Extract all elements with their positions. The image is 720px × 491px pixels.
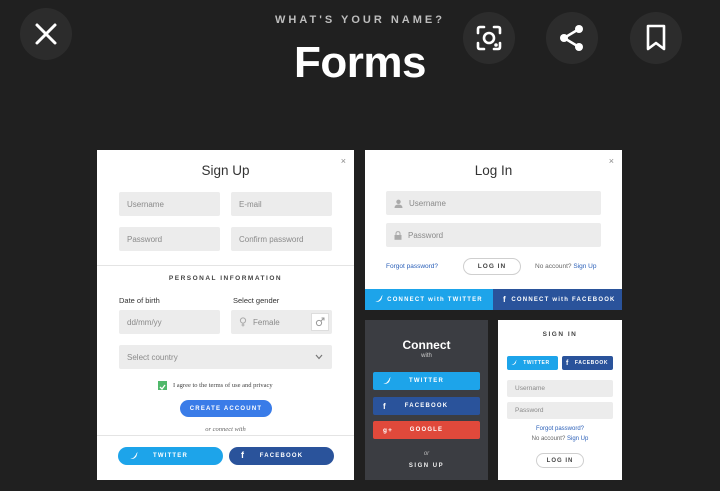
login-title: Log In (474, 163, 513, 178)
check-icon (159, 377, 166, 395)
facebook-icon: f (566, 359, 569, 367)
login-forgot-password-link[interactable]: Forgot password? (386, 263, 438, 270)
google-plus-icon: g+ (383, 426, 394, 434)
facebook-icon: f (241, 450, 244, 460)
terms-checkbox[interactable] (158, 381, 167, 390)
twitter-icon (383, 376, 391, 386)
connect-title: Connect (402, 338, 451, 352)
twitter-icon (130, 452, 138, 461)
female-icon (239, 317, 247, 327)
chevron-down-icon (315, 353, 323, 362)
or-connect-with-label: or connect with (205, 426, 246, 433)
country-select[interactable]: Select country (119, 345, 332, 369)
connect-facebook-button[interactable]: f FACEBOOK (373, 397, 480, 415)
terms-label: I agree to the terms of use and privacy (173, 382, 273, 389)
login-card: Log In × Username Password Forgot passwo… (365, 150, 622, 310)
connect-google-button[interactable]: g+ GOOGLE (373, 421, 480, 439)
signin-no-account-text: No account? Sign Up (531, 436, 589, 442)
signin-card: SIGN IN TWITTER f FACEBOOK Username Pass… (498, 320, 622, 480)
dob-label: Date of birth (119, 296, 160, 305)
connect-with-label: with (421, 353, 432, 359)
signin-login-button[interactable]: LOG IN (536, 453, 584, 468)
signin-title: SIGN IN (542, 331, 578, 338)
login-password-input[interactable]: Password (386, 223, 601, 247)
signup-confirm-password-input[interactable]: Confirm password (231, 227, 332, 251)
signin-signup-link[interactable]: Sign Up (567, 436, 588, 442)
connect-card: Connect with TWITTER f FACEBOOK g+ GOOGL… (365, 320, 488, 480)
login-no-account-text: No account? Sign Up (535, 263, 597, 270)
signin-forgot-password-link[interactable]: Forgot password? (498, 426, 622, 432)
signin-facebook-button[interactable]: f FACEBOOK (562, 356, 613, 370)
signup-title: Sign Up (201, 163, 250, 178)
signup-username-input[interactable]: Username (119, 192, 220, 216)
signup-divider (97, 265, 354, 266)
dob-input[interactable]: dd/mm/yy (119, 310, 220, 334)
lock-icon (394, 230, 402, 240)
signup-facebook-button[interactable]: f FACEBOOK (229, 447, 334, 465)
connect-or-label: or (423, 451, 430, 457)
signup-twitter-button[interactable]: TWITTER (118, 447, 223, 465)
signin-username-input[interactable]: Username (507, 380, 613, 397)
signup-password-input[interactable]: Password (119, 227, 220, 251)
login-close-icon[interactable]: × (609, 156, 614, 166)
facebook-icon: f (503, 295, 507, 304)
signup-email-input[interactable]: E-mail (231, 192, 332, 216)
signup-close-icon[interactable]: × (341, 156, 346, 166)
signup-card: Sign Up × Username E-mail Password Confi… (97, 150, 354, 480)
login-twitter-button[interactable]: CONNECT with TWITTER (365, 289, 493, 310)
twitter-icon (375, 295, 383, 304)
page-title: Forms (294, 38, 426, 87)
gender-select[interactable]: Female (231, 310, 332, 334)
login-username-input[interactable]: Username (386, 191, 601, 215)
personal-info-heading: PERSONAL INFORMATION (168, 275, 283, 282)
gender-label: Select gender (233, 296, 280, 305)
page-subtitle: WHAT'S YOUR NAME? (275, 14, 445, 26)
create-account-button[interactable]: CREATE ACCOUNT (180, 400, 272, 417)
connect-twitter-button[interactable]: TWITTER (373, 372, 480, 390)
user-icon (394, 199, 403, 208)
facebook-icon: f (383, 401, 387, 411)
twitter-icon (511, 359, 517, 367)
signup-bottom-divider (97, 435, 354, 436)
signin-twitter-button[interactable]: TWITTER (507, 356, 558, 370)
login-button[interactable]: LOG IN (463, 258, 521, 275)
login-signup-link[interactable]: Sign Up (573, 263, 596, 270)
login-facebook-button[interactable]: f CONNECT with FACEBOOK (493, 289, 622, 310)
signin-password-input[interactable]: Password (507, 402, 613, 419)
male-toggle-icon[interactable] (311, 313, 329, 331)
connect-signup-button[interactable]: SIGN UP (365, 463, 488, 469)
